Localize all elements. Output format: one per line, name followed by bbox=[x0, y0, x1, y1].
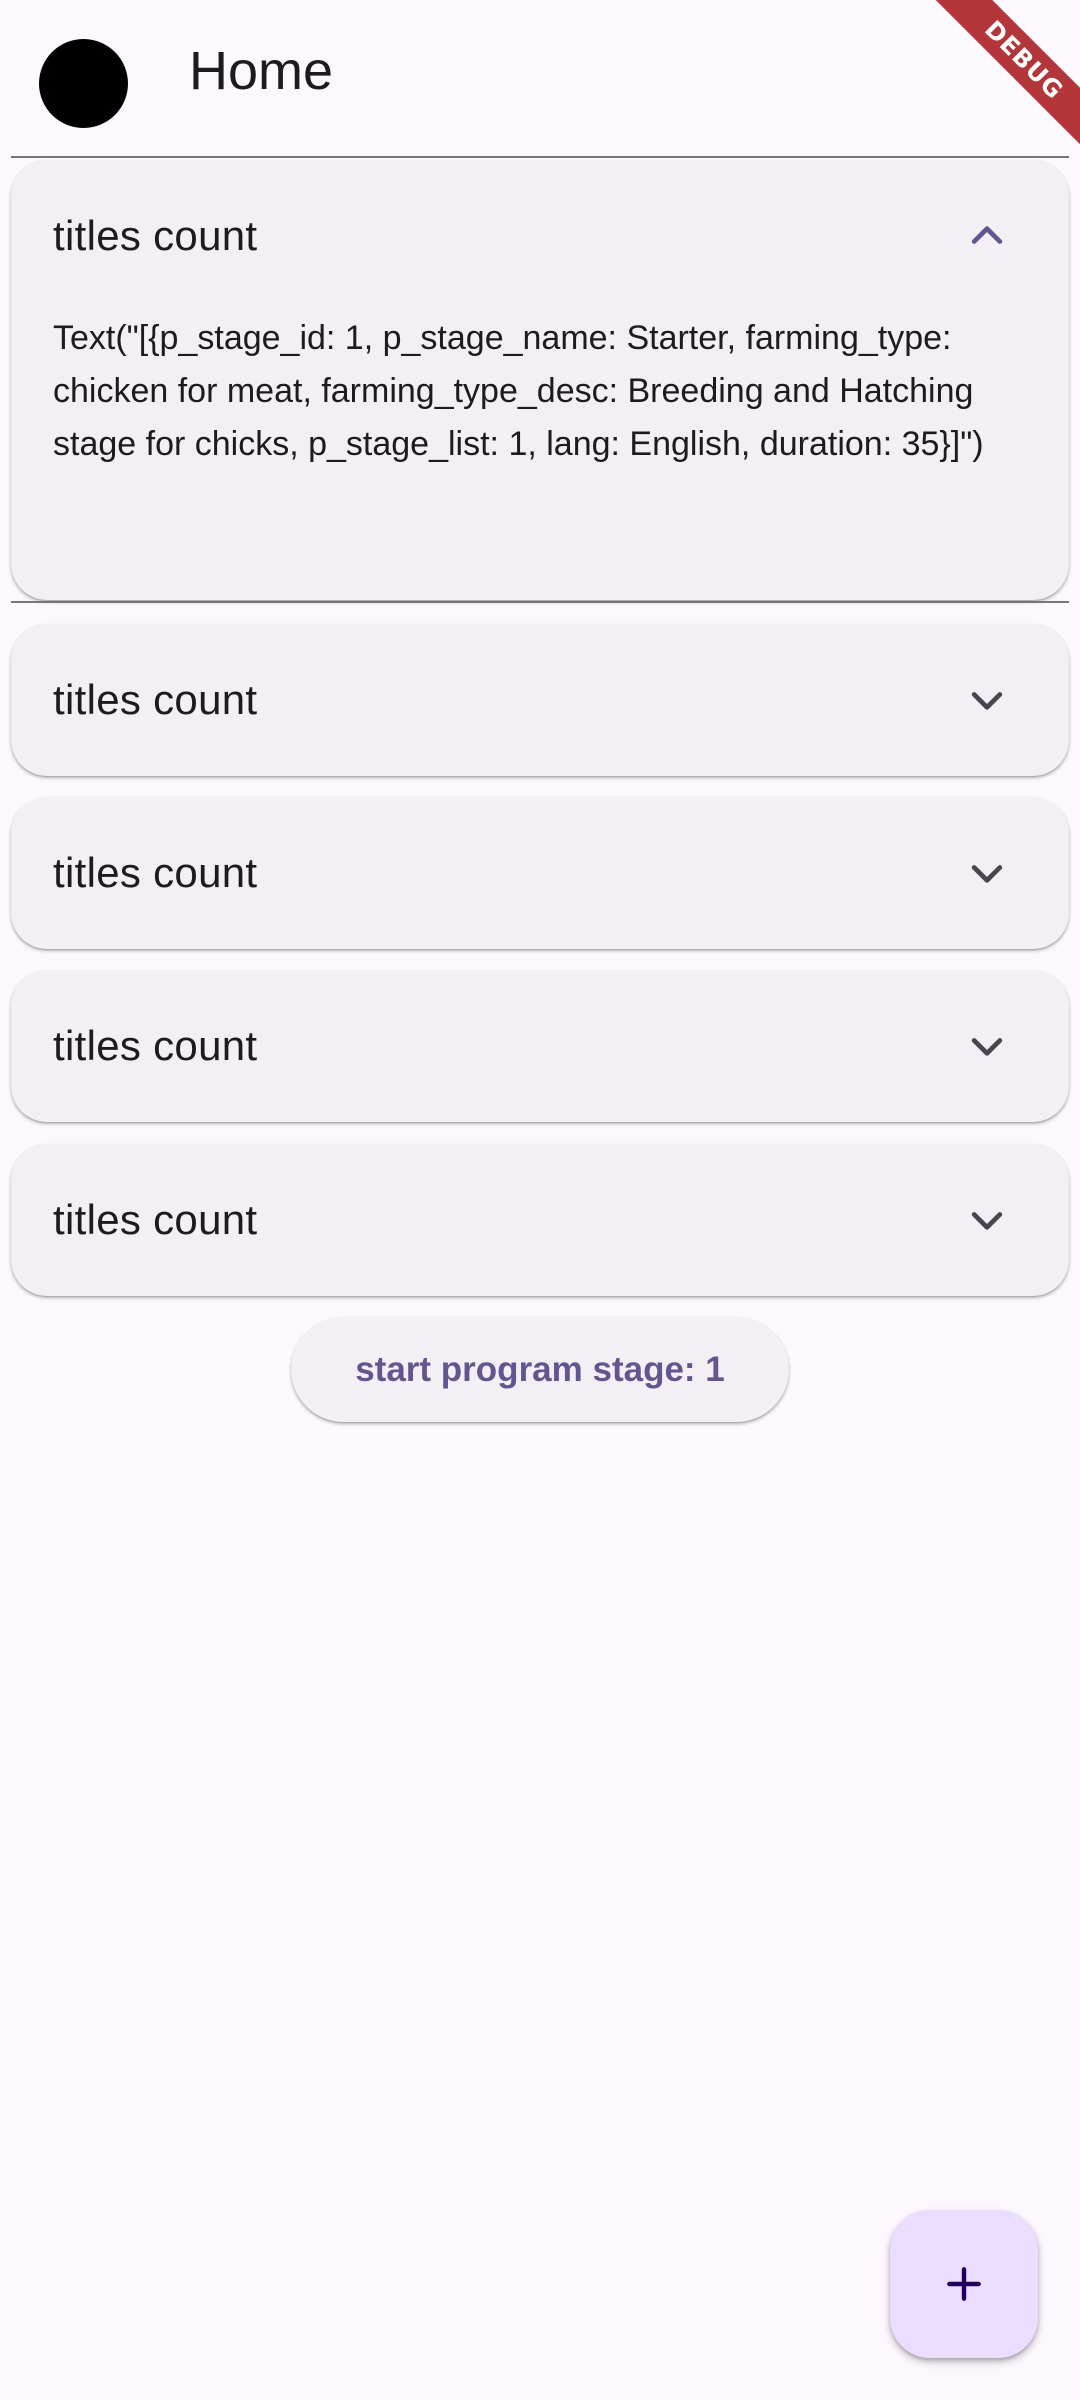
expansion-panel-4[interactable]: titles count bbox=[11, 970, 1069, 1122]
divider-bottom bbox=[11, 601, 1069, 603]
panel-body-text: Text("[{p_stage_id: 1, p_stage_name: Sta… bbox=[53, 319, 984, 463]
panel-title: titles count bbox=[53, 676, 258, 723]
chevron-down-icon[interactable] bbox=[965, 851, 1009, 895]
expansion-panel-header[interactable]: titles count bbox=[11, 970, 1069, 1122]
expansion-panel-2[interactable]: titles count bbox=[11, 624, 1069, 776]
expansion-panel-header[interactable]: titles count bbox=[11, 1144, 1069, 1296]
chevron-down-icon[interactable] bbox=[965, 1024, 1009, 1068]
chevron-down-icon[interactable] bbox=[965, 678, 1009, 722]
expansion-panel-3[interactable]: titles count bbox=[11, 797, 1069, 949]
divider-top bbox=[11, 156, 1069, 158]
chevron-up-icon[interactable] bbox=[965, 214, 1009, 258]
app-bar: Home bbox=[0, 0, 1080, 158]
expansion-panel-header[interactable]: titles count bbox=[11, 797, 1069, 949]
plus-icon bbox=[947, 2267, 981, 2301]
chevron-down-icon[interactable] bbox=[965, 1198, 1009, 1242]
expansion-panel-header[interactable]: titles count bbox=[11, 160, 1069, 312]
panel-title: titles count bbox=[53, 849, 258, 896]
panel-title: titles count bbox=[53, 1196, 258, 1243]
expansion-panel-1: titles count Text("[{p_stage_id: 1, p_st… bbox=[11, 160, 1069, 600]
panel-title: titles count bbox=[53, 1022, 258, 1069]
app-screen: Home DEBUG titles count Text("[{p_stage_… bbox=[0, 0, 1080, 2400]
start-program-stage-button[interactable]: start program stage: 1 bbox=[291, 1317, 789, 1422]
page-title: Home bbox=[189, 41, 334, 101]
expansion-panel-5[interactable]: titles count bbox=[11, 1144, 1069, 1296]
panel-title: titles count bbox=[53, 212, 258, 259]
add-fab-button[interactable] bbox=[890, 2210, 1038, 2358]
avatar[interactable] bbox=[39, 39, 128, 128]
expansion-panel-header[interactable]: titles count bbox=[11, 624, 1069, 776]
